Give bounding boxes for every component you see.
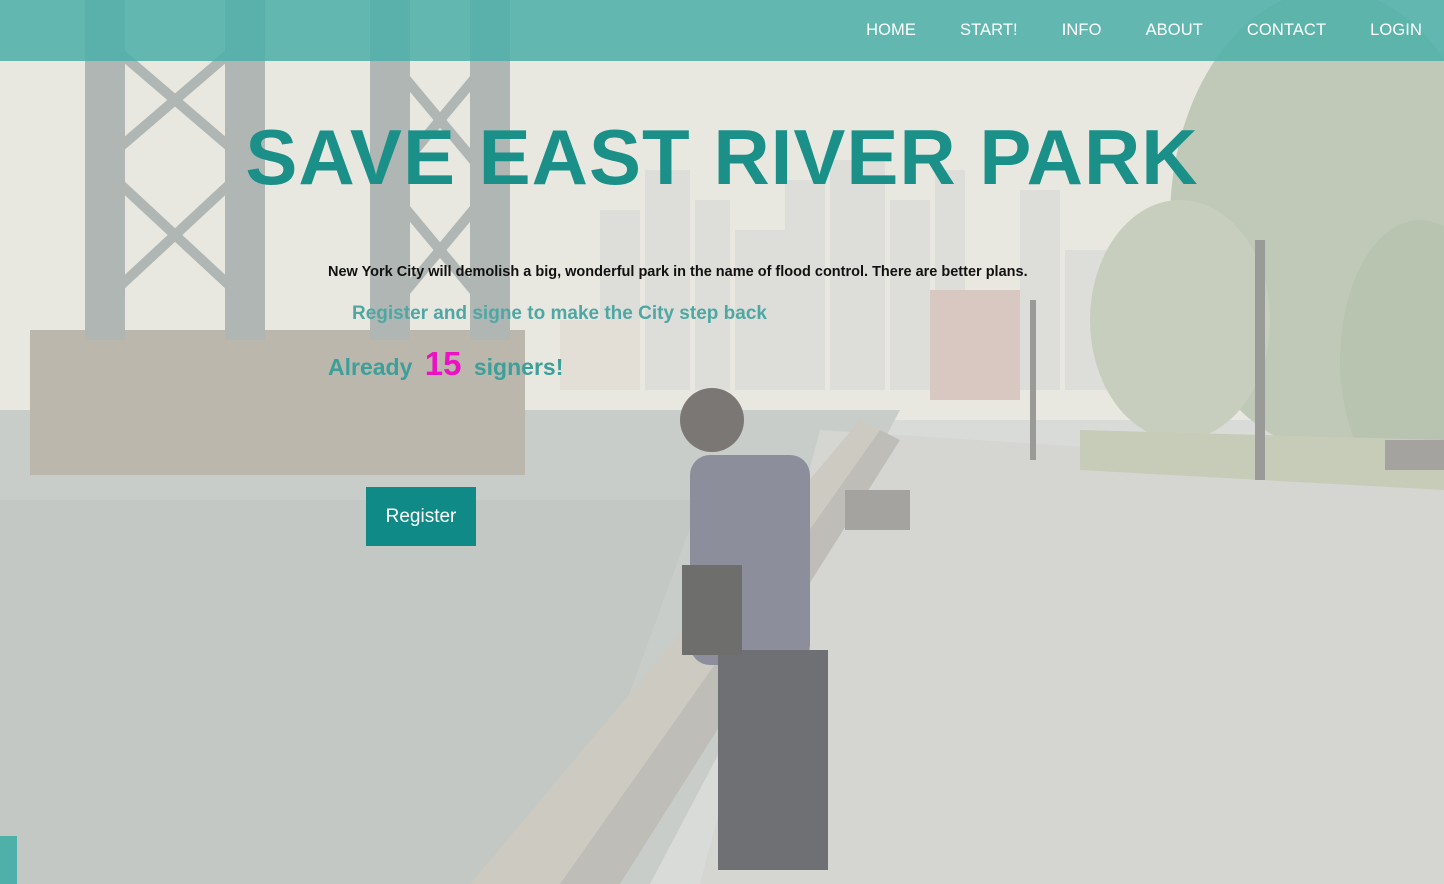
nav-menu: HOME START! INFO ABOUT CONTACT LOGIN <box>822 0 1422 61</box>
register-button[interactable]: Register <box>366 487 476 546</box>
tagline-text: New York City will demolish a big, wonde… <box>328 264 1028 280</box>
top-navbar: HOME START! INFO ABOUT CONTACT LOGIN <box>0 0 1444 61</box>
signers-counter: Already 15 signers! <box>328 345 563 383</box>
nav-info-link[interactable]: INFO <box>1062 21 1102 40</box>
nav-start-link[interactable]: START! <box>960 21 1018 40</box>
call-to-action-text: Register and signe to make the City step… <box>352 303 767 324</box>
nav-login-link[interactable]: LOGIN <box>1370 21 1422 40</box>
nav-about-link[interactable]: ABOUT <box>1146 21 1203 40</box>
side-corner-tab[interactable] <box>0 836 17 884</box>
signers-prefix: Already <box>328 354 413 380</box>
signers-count: 15 <box>424 345 462 382</box>
page-title: SAVE EAST RIVER PARK <box>245 113 1199 201</box>
nav-home-link[interactable]: HOME <box>866 21 916 40</box>
signers-suffix: signers! <box>473 354 564 380</box>
nav-contact-link[interactable]: CONTACT <box>1247 21 1326 40</box>
